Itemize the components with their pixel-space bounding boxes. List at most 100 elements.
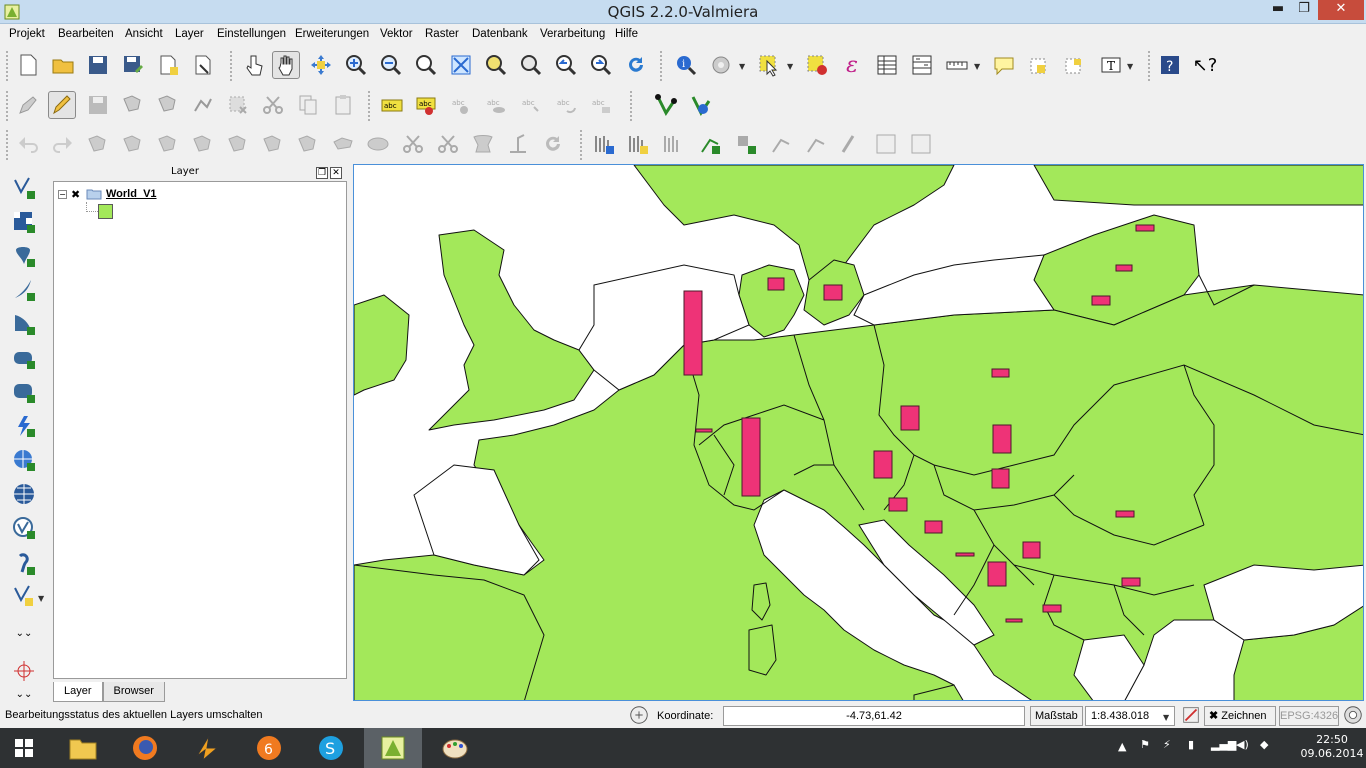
new-gpx-layer-icon[interactable]	[624, 130, 652, 158]
identify-features-icon[interactable]: i	[672, 51, 700, 79]
map-tips-icon[interactable]	[990, 51, 1018, 79]
trace-tool-icon[interactable]	[802, 130, 830, 158]
simplify-feature-icon[interactable]	[329, 130, 357, 158]
node-tool-icon[interactable]	[189, 91, 217, 119]
attribute-table-icon[interactable]	[873, 51, 901, 79]
bar-estonia[interactable]	[1135, 224, 1155, 232]
add-oracle-layer-icon[interactable]	[10, 344, 38, 372]
attribute-table-tool-icon[interactable]	[872, 130, 900, 158]
toolbar-grip[interactable]	[230, 51, 234, 81]
add-polygon-icon[interactable]	[732, 130, 760, 158]
pan-map-icon[interactable]	[272, 51, 300, 79]
save-as-icon[interactable]	[119, 51, 147, 79]
delete-part-icon[interactable]	[224, 130, 252, 158]
rotate-point-symbols-icon[interactable]	[504, 130, 532, 158]
layer-row[interactable]: − ✖ World_V1	[58, 186, 157, 202]
taskbar-clock[interactable]: 22:50 09.06.2014	[1300, 733, 1364, 761]
delete-selected-icon[interactable]	[224, 91, 252, 119]
tab-layer[interactable]: Layer	[53, 682, 103, 702]
bar-croatia[interactable]	[924, 520, 943, 534]
add-delimited-text-layer-icon[interactable]	[10, 514, 38, 542]
layer-visibility-checkbox[interactable]: ✖	[71, 189, 82, 200]
taskbar-winamp[interactable]	[178, 728, 236, 768]
render-checkbox[interactable]: ✖ Zeichnen	[1204, 706, 1276, 726]
messages-icon[interactable]	[1342, 704, 1364, 726]
minimize-button[interactable]: ▬	[1264, 0, 1292, 20]
crs-status[interactable]: EPSG:4326	[1279, 706, 1339, 726]
bar-latvia[interactable]	[1115, 264, 1133, 272]
toolbar-grip[interactable]	[1148, 51, 1152, 81]
show-hidden-icons-icon[interactable]: ▲	[1118, 740, 1126, 768]
new-shapefile-layer-icon[interactable]	[10, 582, 38, 610]
field-calculator-icon[interactable]	[908, 51, 936, 79]
bar-poland[interactable]	[991, 368, 1010, 378]
taskbar-paint[interactable]	[426, 728, 484, 768]
bar-macedonia[interactable]	[1042, 604, 1062, 613]
menu-raster[interactable]: Raster	[425, 28, 459, 40]
run-feature-action-icon[interactable]	[707, 51, 735, 79]
toolbar-grip[interactable]	[368, 91, 372, 121]
rotate-feature-icon[interactable]	[539, 130, 567, 158]
text-annotation-icon[interactable]: T	[1097, 51, 1125, 79]
zoom-out-icon[interactable]	[377, 51, 405, 79]
chevron-down-icon[interactable]: ▼	[38, 594, 44, 603]
menu-bearbeiten[interactable]: Bearbeiten	[58, 28, 114, 40]
topology-checker-icon[interactable]	[652, 91, 680, 119]
new-spatialite-layer-icon[interactable]	[590, 130, 618, 158]
chevron-down-icon[interactable]: ▼	[1163, 713, 1169, 722]
change-label-icon[interactable]: abc	[588, 91, 616, 119]
offset-curve-icon[interactable]	[294, 130, 322, 158]
scale-select[interactable]: 1:8.438.018	[1085, 706, 1175, 726]
add-line-icon[interactable]	[696, 130, 724, 158]
zoom-to-layer-icon[interactable]	[517, 51, 545, 79]
zoom-next-icon[interactable]	[587, 51, 615, 79]
undo-icon[interactable]	[14, 130, 42, 158]
chevron-down-icon[interactable]: ▼	[1127, 62, 1133, 71]
deselect-all-icon[interactable]	[803, 51, 831, 79]
toolbar-grip[interactable]	[660, 51, 664, 81]
menu-vektor[interactable]: Vektor	[380, 28, 413, 40]
label-tool-icon[interactable]: abc	[413, 91, 441, 119]
split-features-icon[interactable]	[364, 130, 392, 158]
taskbar-file-explorer[interactable]	[54, 728, 112, 768]
close-button[interactable]: ✕	[1318, 0, 1364, 20]
bar-montenegro[interactable]	[987, 561, 1007, 587]
map-canvas[interactable]	[353, 164, 1364, 701]
refresh-icon[interactable]	[622, 51, 650, 79]
zoom-to-selection-icon[interactable]	[482, 51, 510, 79]
menu-ansicht[interactable]: Ansicht	[125, 28, 163, 40]
layer-properties-tool-icon[interactable]	[907, 130, 935, 158]
bar-serbia[interactable]	[1022, 541, 1041, 559]
coordinate-field[interactable]: -4.73,61.42	[723, 706, 1025, 726]
render-checkbox-mark[interactable]: ✖	[1209, 710, 1218, 722]
volume-icon[interactable]: ◀)	[1236, 738, 1249, 768]
bar-germany[interactable]	[741, 417, 761, 497]
menu-erweiterungen[interactable]: Erweiterungen	[295, 28, 369, 40]
current-edits-icon[interactable]	[14, 91, 42, 119]
legend-symbol[interactable]	[98, 204, 113, 219]
topology-validate-icon[interactable]	[687, 91, 715, 119]
vertex-editor-icon[interactable]	[767, 130, 795, 158]
more-tools-chevron-icon[interactable]: ⌄⌄	[10, 619, 38, 647]
dropbox-icon[interactable]: ◆	[1260, 738, 1268, 768]
cut-features-icon[interactable]	[259, 91, 287, 119]
toolbar-grip[interactable]	[6, 51, 10, 81]
add-vector-layer-icon[interactable]	[10, 174, 38, 202]
add-feature-icon[interactable]	[119, 91, 147, 119]
redo-icon[interactable]	[49, 130, 77, 158]
bar-bosnia[interactable]	[955, 552, 975, 557]
paste-features-icon[interactable]	[329, 91, 357, 119]
bar-belgium[interactable]	[695, 428, 713, 433]
new-print-composer-icon[interactable]	[154, 51, 182, 79]
bar-hungary[interactable]	[991, 468, 1010, 489]
save-layer-edits-icon[interactable]	[84, 91, 112, 119]
add-raster-layer-icon[interactable]	[10, 208, 38, 236]
menu-hilfe[interactable]: Hilfe	[615, 28, 638, 40]
shapefile-editor-icon[interactable]	[659, 130, 687, 158]
add-wcs-layer-icon[interactable]	[10, 412, 38, 440]
bar-denmark-west[interactable]	[767, 277, 785, 291]
bar-romania[interactable]	[1115, 510, 1135, 518]
bar-lithuania[interactable]	[1091, 295, 1111, 306]
map-render[interactable]	[354, 165, 1364, 701]
composer-manager-icon[interactable]	[189, 51, 217, 79]
